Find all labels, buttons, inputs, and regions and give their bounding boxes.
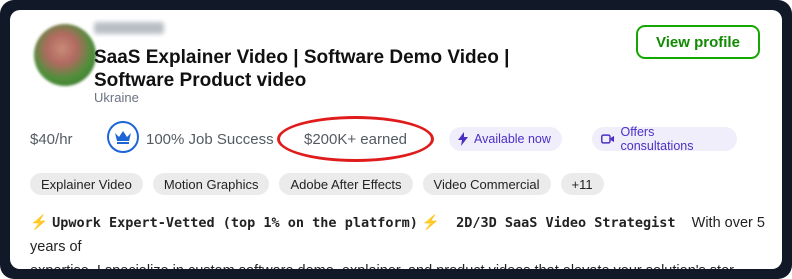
available-now-label: Available now — [474, 132, 551, 146]
offers-consultations-label: Offers consultations — [620, 125, 694, 153]
skill-chip[interactable]: Explainer Video — [30, 173, 143, 195]
window-frame: SaaS Explainer Video | Software Demo Vid… — [0, 0, 792, 279]
skill-chip[interactable]: Video Commercial — [422, 173, 551, 195]
hourly-rate: $40/hr — [30, 131, 73, 148]
crown-icon — [107, 121, 139, 153]
skill-chip[interactable]: Adobe After Effects — [279, 173, 413, 195]
profile-title[interactable]: SaaS Explainer Video | Software Demo Vid… — [94, 46, 574, 92]
description-line: expertise, I specialize in custom softwa… — [30, 259, 765, 269]
strategist-text: 2D/3D SaaS Video Strategist — [456, 215, 676, 231]
location: Ukraine — [94, 90, 139, 105]
skills-list: Explainer Video Motion Graphics Adobe Af… — [30, 173, 604, 195]
expert-vetted-text: Upwork Expert-Vetted (top 1% on the plat… — [52, 215, 418, 231]
view-profile-button[interactable]: View profile — [636, 25, 760, 59]
earned-amount: $200K+ earned — [304, 131, 408, 148]
lightning-emoji: ⚡ — [421, 215, 440, 231]
lightning-icon — [458, 132, 468, 146]
avatar[interactable] — [34, 24, 96, 86]
job-success: 100% Job Success — [146, 131, 274, 148]
freelancer-name-blurred — [94, 22, 164, 34]
offers-consultations-badge: Offers consultations — [592, 125, 737, 153]
freelancer-card[interactable]: SaaS Explainer Video | Software Demo Vid… — [10, 10, 782, 269]
video-camera-icon — [601, 134, 615, 144]
lightning-emoji: ⚡ — [30, 215, 49, 231]
available-now-badge: Available now — [449, 127, 562, 151]
skill-chip[interactable]: Motion Graphics — [152, 173, 270, 195]
profile-description: ⚡ Upwork Expert-Vetted (top 1% on the pl… — [30, 211, 765, 269]
more-skills-chip[interactable]: +11 — [560, 173, 604, 195]
